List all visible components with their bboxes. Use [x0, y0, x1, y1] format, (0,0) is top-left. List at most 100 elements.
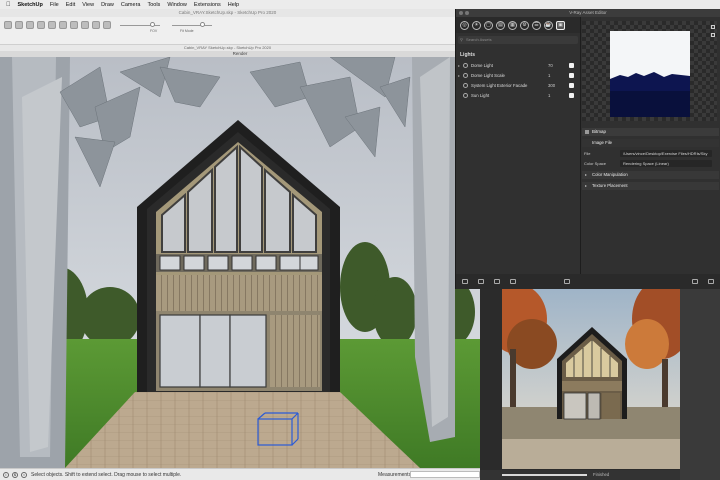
menu-bar:  SketchUp File Edit View Draw Camera To…: [0, 0, 720, 9]
vray-toolbar: FOV Fit Mode: [0, 17, 455, 45]
image-file-section[interactable]: Image File: [582, 139, 719, 147]
menu-app-name[interactable]: SketchUp: [18, 2, 43, 8]
vray-frame-buffer: Finished: [480, 289, 720, 480]
asset-editor-title: V-Ray Asset Editor: [569, 10, 607, 15]
save-file-icon[interactable]: [494, 279, 500, 284]
light-enable-checkbox[interactable]: [569, 92, 574, 98]
rendered-image: [502, 289, 680, 469]
color-space-select[interactable]: Rendering Space (Linear): [620, 160, 712, 167]
geometry-icon[interactable]: ▢: [484, 20, 493, 30]
lights-icon[interactable]: ☀: [472, 20, 481, 30]
bitmap-header[interactable]: Bitmap: [582, 128, 719, 136]
framebuffer-icon[interactable]: [37, 21, 45, 29]
render-status: Finished: [593, 472, 610, 477]
color-manipulation-section[interactable]: ▸ Color Manipulation: [582, 171, 719, 179]
asset-editor-icon[interactable]: [26, 21, 34, 29]
light-enable-checkbox[interactable]: [569, 82, 574, 88]
fit-label: Fit Mode: [180, 29, 194, 33]
light-name: Sun Light: [471, 92, 490, 98]
textures-icon[interactable]: ▤: [496, 20, 505, 30]
light-row-sun[interactable]: Sun Light 1: [458, 90, 578, 100]
search-placeholder: Search Assets: [466, 37, 492, 42]
color-space-row: Color Space Rendering Space (Linear): [582, 159, 719, 168]
frame-buffer-status-bar: Finished: [480, 470, 680, 480]
fit-slider-knob[interactable]: [200, 22, 205, 27]
light-enable-checkbox[interactable]: [569, 62, 574, 68]
interactive-render-icon[interactable]: [15, 21, 23, 29]
menu-file[interactable]: File: [50, 2, 59, 8]
menu-draw[interactable]: Draw: [101, 2, 114, 8]
add-asset-icon[interactable]: [462, 279, 468, 284]
materials-icon[interactable]: ◎: [460, 20, 469, 30]
file-path-field[interactable]: /Users/vince/Desktop/Exercise Files/HDRI…: [620, 150, 712, 157]
menu-view[interactable]: View: [82, 2, 94, 8]
bitmap-title: Bitmap: [592, 129, 607, 134]
frame-buffer-sidebar: [680, 289, 720, 480]
settings-icon[interactable]: ⚙: [520, 20, 529, 30]
vray-asset-editor: V-Ray Asset Editor ◎ ☀ ▢ ▤ ▦ ⚙ ☰ ☕ ▣ ⚲ S…: [455, 9, 720, 289]
light-intensity[interactable]: 1: [548, 73, 550, 78]
omni-light-icon[interactable]: [103, 21, 111, 29]
close-window-icon[interactable]: [459, 11, 463, 15]
ies-light-icon[interactable]: [92, 21, 100, 29]
texture-placement-section[interactable]: ▸ Texture Placement: [582, 182, 719, 190]
menu-extensions[interactable]: Extensions: [194, 2, 221, 8]
fov-slider-knob[interactable]: [150, 22, 155, 27]
status-bar: i $ ○ Select objects. Shift to extend se…: [0, 468, 482, 480]
spot-light-icon[interactable]: [81, 21, 89, 29]
credits-icon[interactable]: ○: [21, 471, 27, 478]
render-button-icon[interactable]: ☕: [544, 20, 553, 30]
light-name: Dome Light Scale: [471, 72, 505, 78]
fov-label: FOV: [150, 29, 158, 33]
light-row-exterior-facade[interactable]: System Light Exterior Facade 300: [458, 80, 578, 90]
status-message: Select objects. Shift to extend select. …: [31, 471, 182, 478]
light-row-dome[interactable]: ▸ Dome Light 70: [458, 60, 578, 70]
render-progress-bar: [502, 474, 587, 476]
apple-icon[interactable]: : [6, 2, 11, 8]
delete-asset-icon[interactable]: [510, 279, 516, 284]
sidebar-toggle-icon[interactable]: ☰: [532, 20, 541, 30]
purge-icon[interactable]: [564, 279, 570, 284]
scene-render: [0, 57, 480, 468]
forward-arrow-icon[interactable]: [708, 279, 714, 284]
texture-placement-title: Texture Placement: [592, 183, 628, 188]
menu-camera[interactable]: Camera: [121, 2, 141, 8]
sun-icon: [463, 92, 468, 98]
menu-help[interactable]: Help: [228, 2, 239, 8]
light-row-dome-scale[interactable]: ▸ Dome Light Scale 1: [458, 70, 578, 80]
color-manipulation-title: Color Manipulation: [592, 172, 628, 177]
light-icon: [463, 72, 468, 78]
panel-divider[interactable]: [580, 17, 581, 274]
preview-options-icon[interactable]: [711, 25, 715, 29]
light-intensity[interactable]: 300: [548, 83, 555, 88]
menu-tools[interactable]: Tools: [147, 2, 160, 8]
bitmap-icon: [585, 130, 589, 134]
search-icon: ⚲: [460, 37, 463, 42]
asset-search-input[interactable]: ⚲ Search Assets: [458, 36, 578, 44]
file-row: File /Users/vince/Desktop/Exercise Files…: [582, 149, 719, 158]
rect-light-icon[interactable]: [70, 21, 78, 29]
model-viewport[interactable]: [0, 57, 480, 468]
geo-location-icon[interactable]: $: [12, 471, 18, 478]
image-file-title: Image File: [592, 140, 613, 145]
light-gen-icon[interactable]: [48, 21, 56, 29]
file-label: File: [584, 151, 591, 156]
menu-edit[interactable]: Edit: [66, 2, 75, 8]
light-intensity[interactable]: 70: [548, 63, 553, 68]
asset-category-bar: ◎ ☀ ▢ ▤ ▦ ⚙ ☰ ☕ ▣: [456, 17, 580, 33]
render-icon[interactable]: [4, 21, 12, 29]
measurements-input[interactable]: [410, 471, 480, 478]
render-elements-icon[interactable]: ▦: [508, 20, 517, 30]
fit-slider[interactable]: [172, 25, 212, 26]
back-arrow-icon[interactable]: [692, 279, 698, 284]
menu-window[interactable]: Window: [167, 2, 187, 8]
sphere-light-icon[interactable]: [59, 21, 67, 29]
frame-buffer-icon[interactable]: ▣: [556, 20, 565, 30]
minimize-window-icon[interactable]: [465, 11, 469, 15]
open-file-icon[interactable]: [478, 279, 484, 284]
info-icon[interactable]: i: [3, 471, 9, 478]
light-intensity[interactable]: 1: [548, 93, 550, 98]
light-enable-checkbox[interactable]: [569, 72, 574, 78]
collapse-arrow-icon: ▸: [585, 172, 588, 177]
preview-expand-icon[interactable]: [711, 33, 715, 37]
